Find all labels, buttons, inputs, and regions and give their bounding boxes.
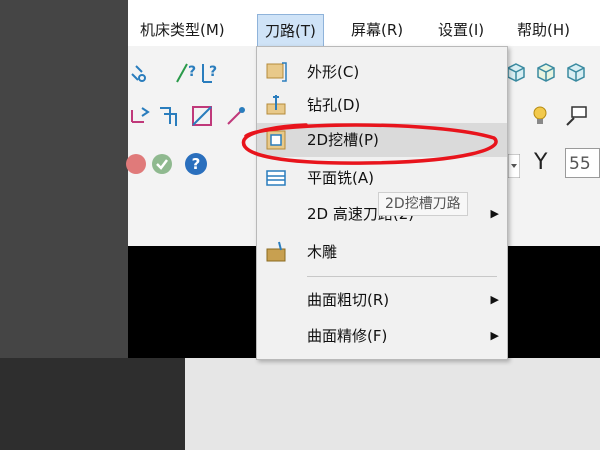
menu-item-label: 曲面粗切(R)	[307, 291, 390, 309]
menu-item-label: 曲面精修(F)	[307, 327, 388, 345]
menu-item-contour[interactable]: 外形(C)	[257, 55, 507, 89]
menu-item-label: 外形(C)	[307, 63, 360, 81]
submenu-arrow-icon: ▶	[490, 329, 499, 342]
check-icon[interactable]	[150, 152, 174, 176]
facing-icon	[266, 170, 286, 186]
menu-item-label: 平面铣(A)	[307, 169, 374, 187]
y-coordinate-field[interactable]: 55	[565, 148, 600, 178]
cube-view-3-icon[interactable]	[564, 60, 588, 84]
menu-machine-type[interactable]: 机床类型(M)	[140, 14, 225, 46]
submenu-arrow-icon: ▶	[490, 293, 499, 306]
contour-icon	[266, 62, 287, 82]
arrow-curve-icon[interactable]	[128, 104, 152, 128]
cube-view-2-icon[interactable]	[534, 60, 558, 84]
menu-screen[interactable]: 屏幕(R)	[351, 14, 403, 46]
menu-item-surface-finish[interactable]: 曲面精修(F) ▶	[257, 319, 507, 353]
background-panel	[0, 358, 185, 450]
menu-separator	[307, 276, 497, 277]
menu-bar: 机床类型(M) 刀路(T) 屏幕(R) 设置(I) 帮助(H)	[128, 14, 600, 47]
svg-text:?: ?	[192, 155, 201, 173]
help-icon[interactable]: ?	[184, 152, 208, 176]
menu-item-drill[interactable]: 钻孔(D)	[257, 88, 507, 122]
light-bulb-icon[interactable]	[528, 104, 552, 128]
offset-icon[interactable]	[156, 104, 180, 128]
background-blur	[185, 358, 600, 450]
menu-help[interactable]: 帮助(H)	[517, 14, 570, 46]
line-analyze-icon[interactable]: ?	[174, 60, 198, 84]
y-coordinate-label: Y	[534, 150, 548, 175]
dropdown-arrow-icon[interactable]	[508, 154, 520, 178]
svg-text:?: ?	[188, 64, 196, 80]
menu-item-label: 钻孔(D)	[307, 96, 361, 114]
menu-item-engrave[interactable]: 木雕	[257, 235, 507, 269]
menu-item-label: 木雕	[307, 243, 338, 261]
stop-icon[interactable]	[124, 152, 148, 176]
menu-settings[interactable]: 设置(I)	[438, 14, 484, 46]
distance-analyze-icon[interactable]: ?	[200, 60, 224, 84]
submenu-arrow-icon: ▶	[490, 207, 499, 220]
trim-icon[interactable]	[190, 104, 214, 128]
tooltip: 2D挖槽刀路	[378, 192, 468, 216]
tool-icon[interactable]	[128, 60, 152, 84]
menu-toolpath[interactable]: 刀路(T)	[257, 14, 324, 47]
drill-icon	[266, 95, 286, 115]
note-arrow-icon[interactable]	[564, 104, 588, 128]
red-highlight-annotation	[241, 123, 498, 165]
svg-text:?: ?	[209, 64, 217, 80]
menu-item-facing[interactable]: 平面铣(A)	[257, 161, 507, 195]
menu-item-surface-rough[interactable]: 曲面粗切(R) ▶	[257, 283, 507, 317]
engrave-icon	[266, 241, 286, 262]
